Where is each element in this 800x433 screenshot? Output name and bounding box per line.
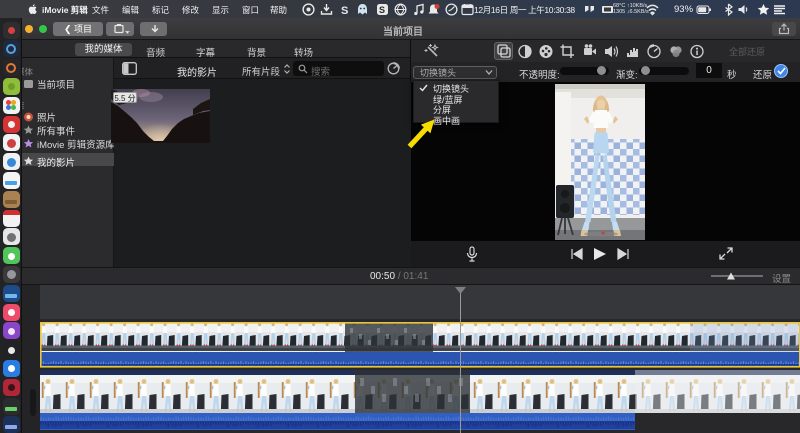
svg-text:照片: 照片 (37, 112, 56, 124)
svg-text:当前项目: 当前项目 (37, 80, 75, 91)
svg-text:S: S (341, 5, 348, 16)
svg-text:所有事件: 所有事件 (37, 126, 76, 138)
svg-text:S: S (379, 5, 385, 15)
svg-text:iMovie 剪辑资源库: iMovie 剪辑资源库 (37, 139, 114, 151)
